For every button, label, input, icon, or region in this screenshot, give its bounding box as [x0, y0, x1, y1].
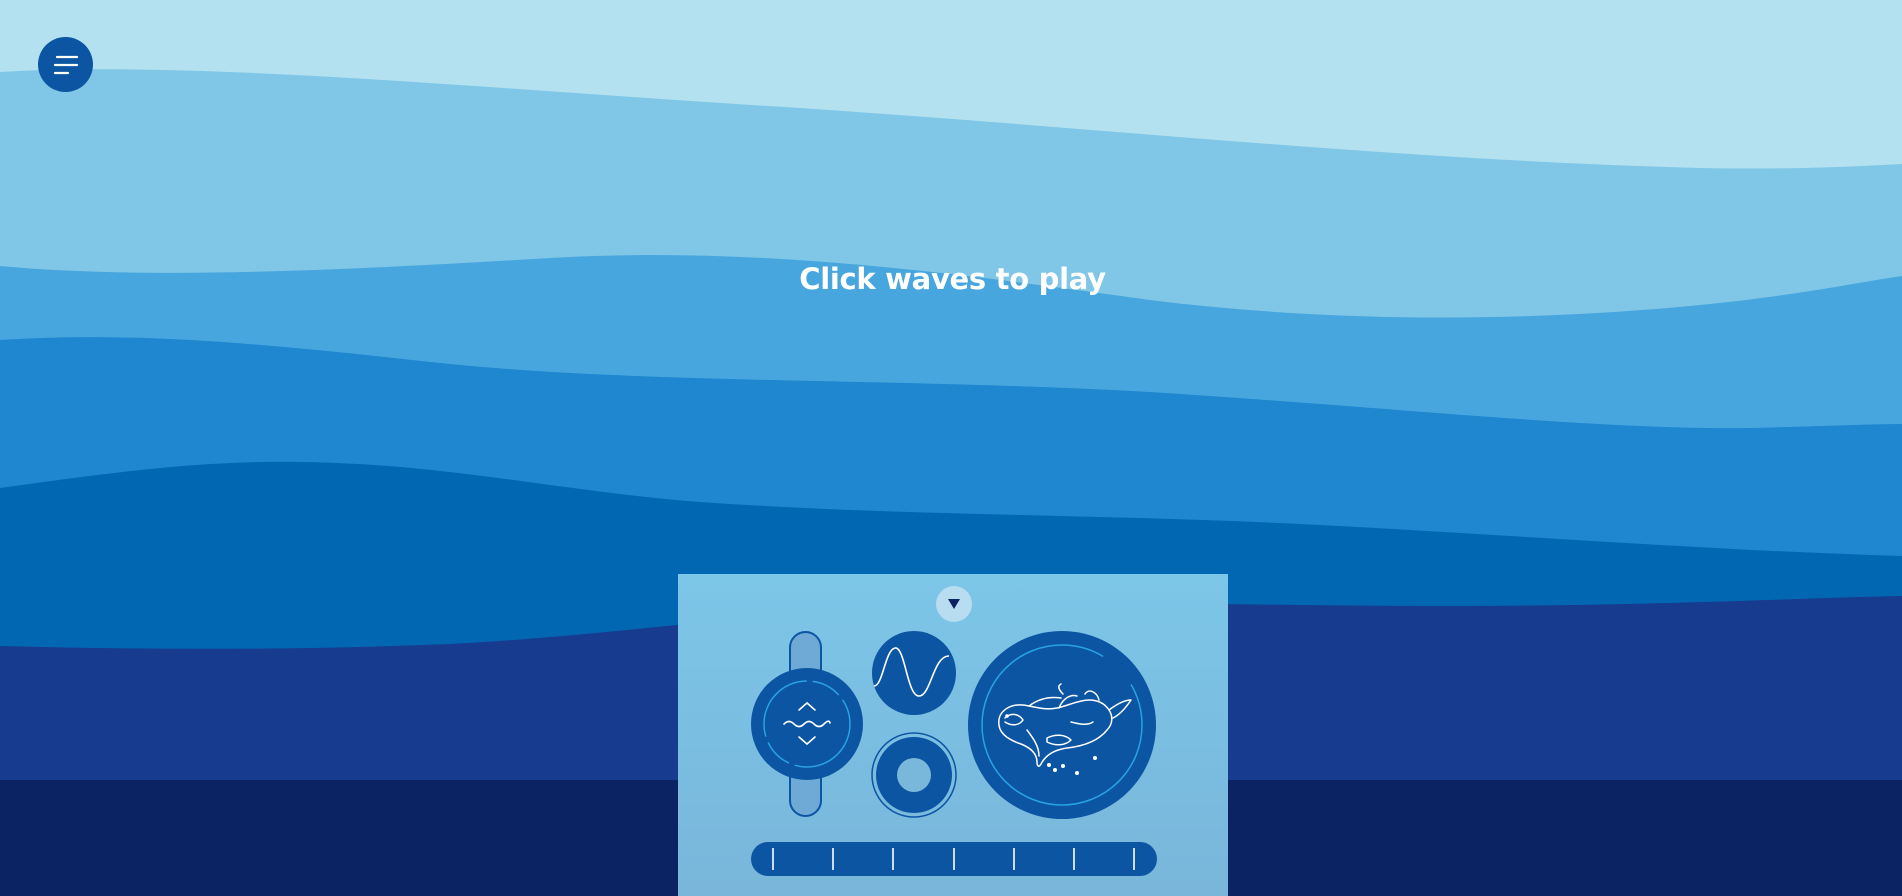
creature-button[interactable]	[967, 630, 1157, 820]
timeline-ticks	[772, 848, 1135, 870]
control-panel	[678, 574, 1228, 896]
ring-knob[interactable]	[871, 732, 957, 818]
ocean-stage: Click waves to play	[0, 0, 1902, 896]
timeline-bar[interactable]	[751, 842, 1157, 876]
ring-icon	[897, 758, 931, 792]
hamburger-menu-icon	[53, 55, 78, 74]
wave-height-knob[interactable]	[750, 667, 864, 781]
collapse-panel-button[interactable]	[936, 586, 972, 622]
menu-button[interactable]	[38, 37, 93, 92]
triangle-down-icon	[948, 599, 960, 609]
wave-shape-button[interactable]	[871, 630, 957, 716]
